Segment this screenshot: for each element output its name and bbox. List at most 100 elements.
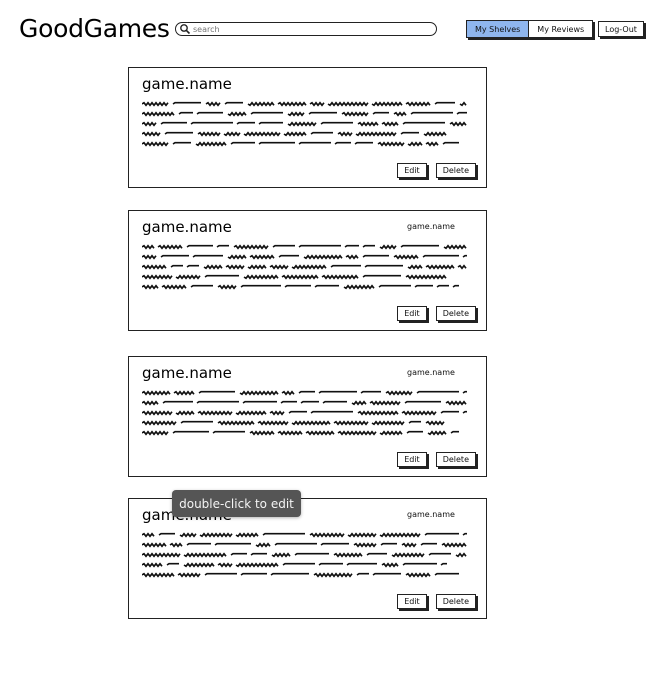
text-scribble <box>142 390 171 396</box>
text-scribble <box>269 410 285 416</box>
text-scribble <box>300 400 319 404</box>
text-scribble <box>230 141 255 145</box>
text-scribble <box>172 141 191 145</box>
text-scribble <box>262 532 305 536</box>
game-subtitle: game.name <box>407 222 455 231</box>
text-scribble <box>270 572 309 576</box>
text-scribble <box>190 121 233 125</box>
text-scribble <box>450 430 459 434</box>
text-scribble <box>405 101 431 107</box>
text-scribble <box>142 131 161 137</box>
text-scribble <box>242 400 277 404</box>
text-scribble <box>223 131 241 137</box>
text-scribble <box>378 284 411 288</box>
description-text-placeholder <box>142 532 467 578</box>
text-scribble <box>269 264 289 270</box>
text-scribble <box>274 542 317 546</box>
text-scribble <box>243 131 281 137</box>
game-title[interactable]: game.name <box>142 75 232 93</box>
text-scribble <box>308 111 337 115</box>
text-scribble <box>366 552 387 556</box>
text-scribble <box>442 141 459 145</box>
text-scribble <box>372 111 389 115</box>
text-scribble <box>204 274 239 278</box>
text-scribble <box>298 141 331 145</box>
text-scribble <box>462 390 467 394</box>
edit-button[interactable]: Edit <box>397 163 427 178</box>
game-title[interactable]: game.name <box>142 218 232 236</box>
text-scribble <box>360 390 381 394</box>
text-scribble <box>420 542 437 546</box>
edit-button[interactable]: Edit <box>397 594 427 609</box>
text-scribble <box>178 111 193 115</box>
text-scribble <box>423 131 447 137</box>
text-scribble <box>142 430 169 436</box>
delete-button[interactable]: Delete <box>435 594 476 609</box>
text-scribble <box>353 542 377 548</box>
text-scribble <box>257 420 289 426</box>
edit-button[interactable]: Edit <box>397 452 427 467</box>
search-bar[interactable] <box>175 22 437 36</box>
text-scribble <box>239 390 279 396</box>
text-scribble <box>160 121 187 125</box>
delete-button[interactable]: Delete <box>435 452 476 467</box>
app-logo[interactable]: GoodGames <box>19 14 170 43</box>
text-scribble <box>333 552 363 558</box>
text-scribble <box>380 542 397 546</box>
text-scribble <box>180 420 213 424</box>
text-scribble <box>371 101 403 107</box>
text-scribble <box>407 264 423 270</box>
text-scribble <box>183 552 227 558</box>
text-scribble <box>333 420 369 426</box>
text-scribble <box>142 274 173 280</box>
text-scribble <box>142 562 163 568</box>
search-input[interactable] <box>191 24 425 34</box>
text-scribble <box>440 562 447 566</box>
tab-my-reviews[interactable]: My Reviews <box>529 21 593 37</box>
text-scribble <box>404 400 441 404</box>
text-scribble <box>344 244 359 248</box>
text-scribble <box>318 562 343 566</box>
logout-button[interactable]: Log-Out <box>598 21 644 37</box>
text-scribble <box>236 121 255 125</box>
delete-button[interactable]: Delete <box>435 163 476 178</box>
text-scribble <box>298 244 341 248</box>
game-title[interactable]: game.name <box>142 364 232 382</box>
text-scribble <box>462 254 467 258</box>
text-scribble <box>177 572 201 578</box>
text-scribble <box>462 410 467 414</box>
text-scribble <box>235 532 259 538</box>
text-scribble <box>337 131 353 137</box>
text-scribble <box>186 244 213 248</box>
text-scribble <box>424 532 459 536</box>
text-scribble <box>166 562 179 566</box>
text-scribble <box>142 552 181 558</box>
text-scribble <box>249 430 275 436</box>
shelf-nav: My Shelves My Reviews <box>466 20 594 38</box>
text-scribble <box>250 111 283 115</box>
text-scribble <box>362 244 375 248</box>
text-scribble <box>175 410 195 416</box>
text-scribble <box>291 264 327 270</box>
text-scribble <box>197 131 221 137</box>
text-scribble <box>283 131 307 137</box>
delete-button[interactable]: Delete <box>435 306 476 321</box>
tab-my-shelves[interactable]: My Shelves <box>467 21 530 37</box>
text-scribble <box>227 111 247 117</box>
text-scribble <box>400 244 439 248</box>
edit-button[interactable]: Edit <box>397 306 427 321</box>
text-scribble <box>240 572 267 576</box>
text-scribble <box>247 264 267 270</box>
text-scribble <box>457 264 467 270</box>
text-scribble <box>402 121 445 125</box>
text-scribble <box>247 101 275 107</box>
text-scribble <box>235 562 279 568</box>
text-scribble <box>164 131 193 135</box>
text-scribble <box>341 111 369 117</box>
text-scribble <box>334 141 351 145</box>
text-scribble <box>203 264 223 270</box>
text-scribble <box>322 400 347 404</box>
text-scribble <box>313 572 353 578</box>
text-scribble <box>347 532 377 538</box>
text-scribble <box>224 101 243 105</box>
